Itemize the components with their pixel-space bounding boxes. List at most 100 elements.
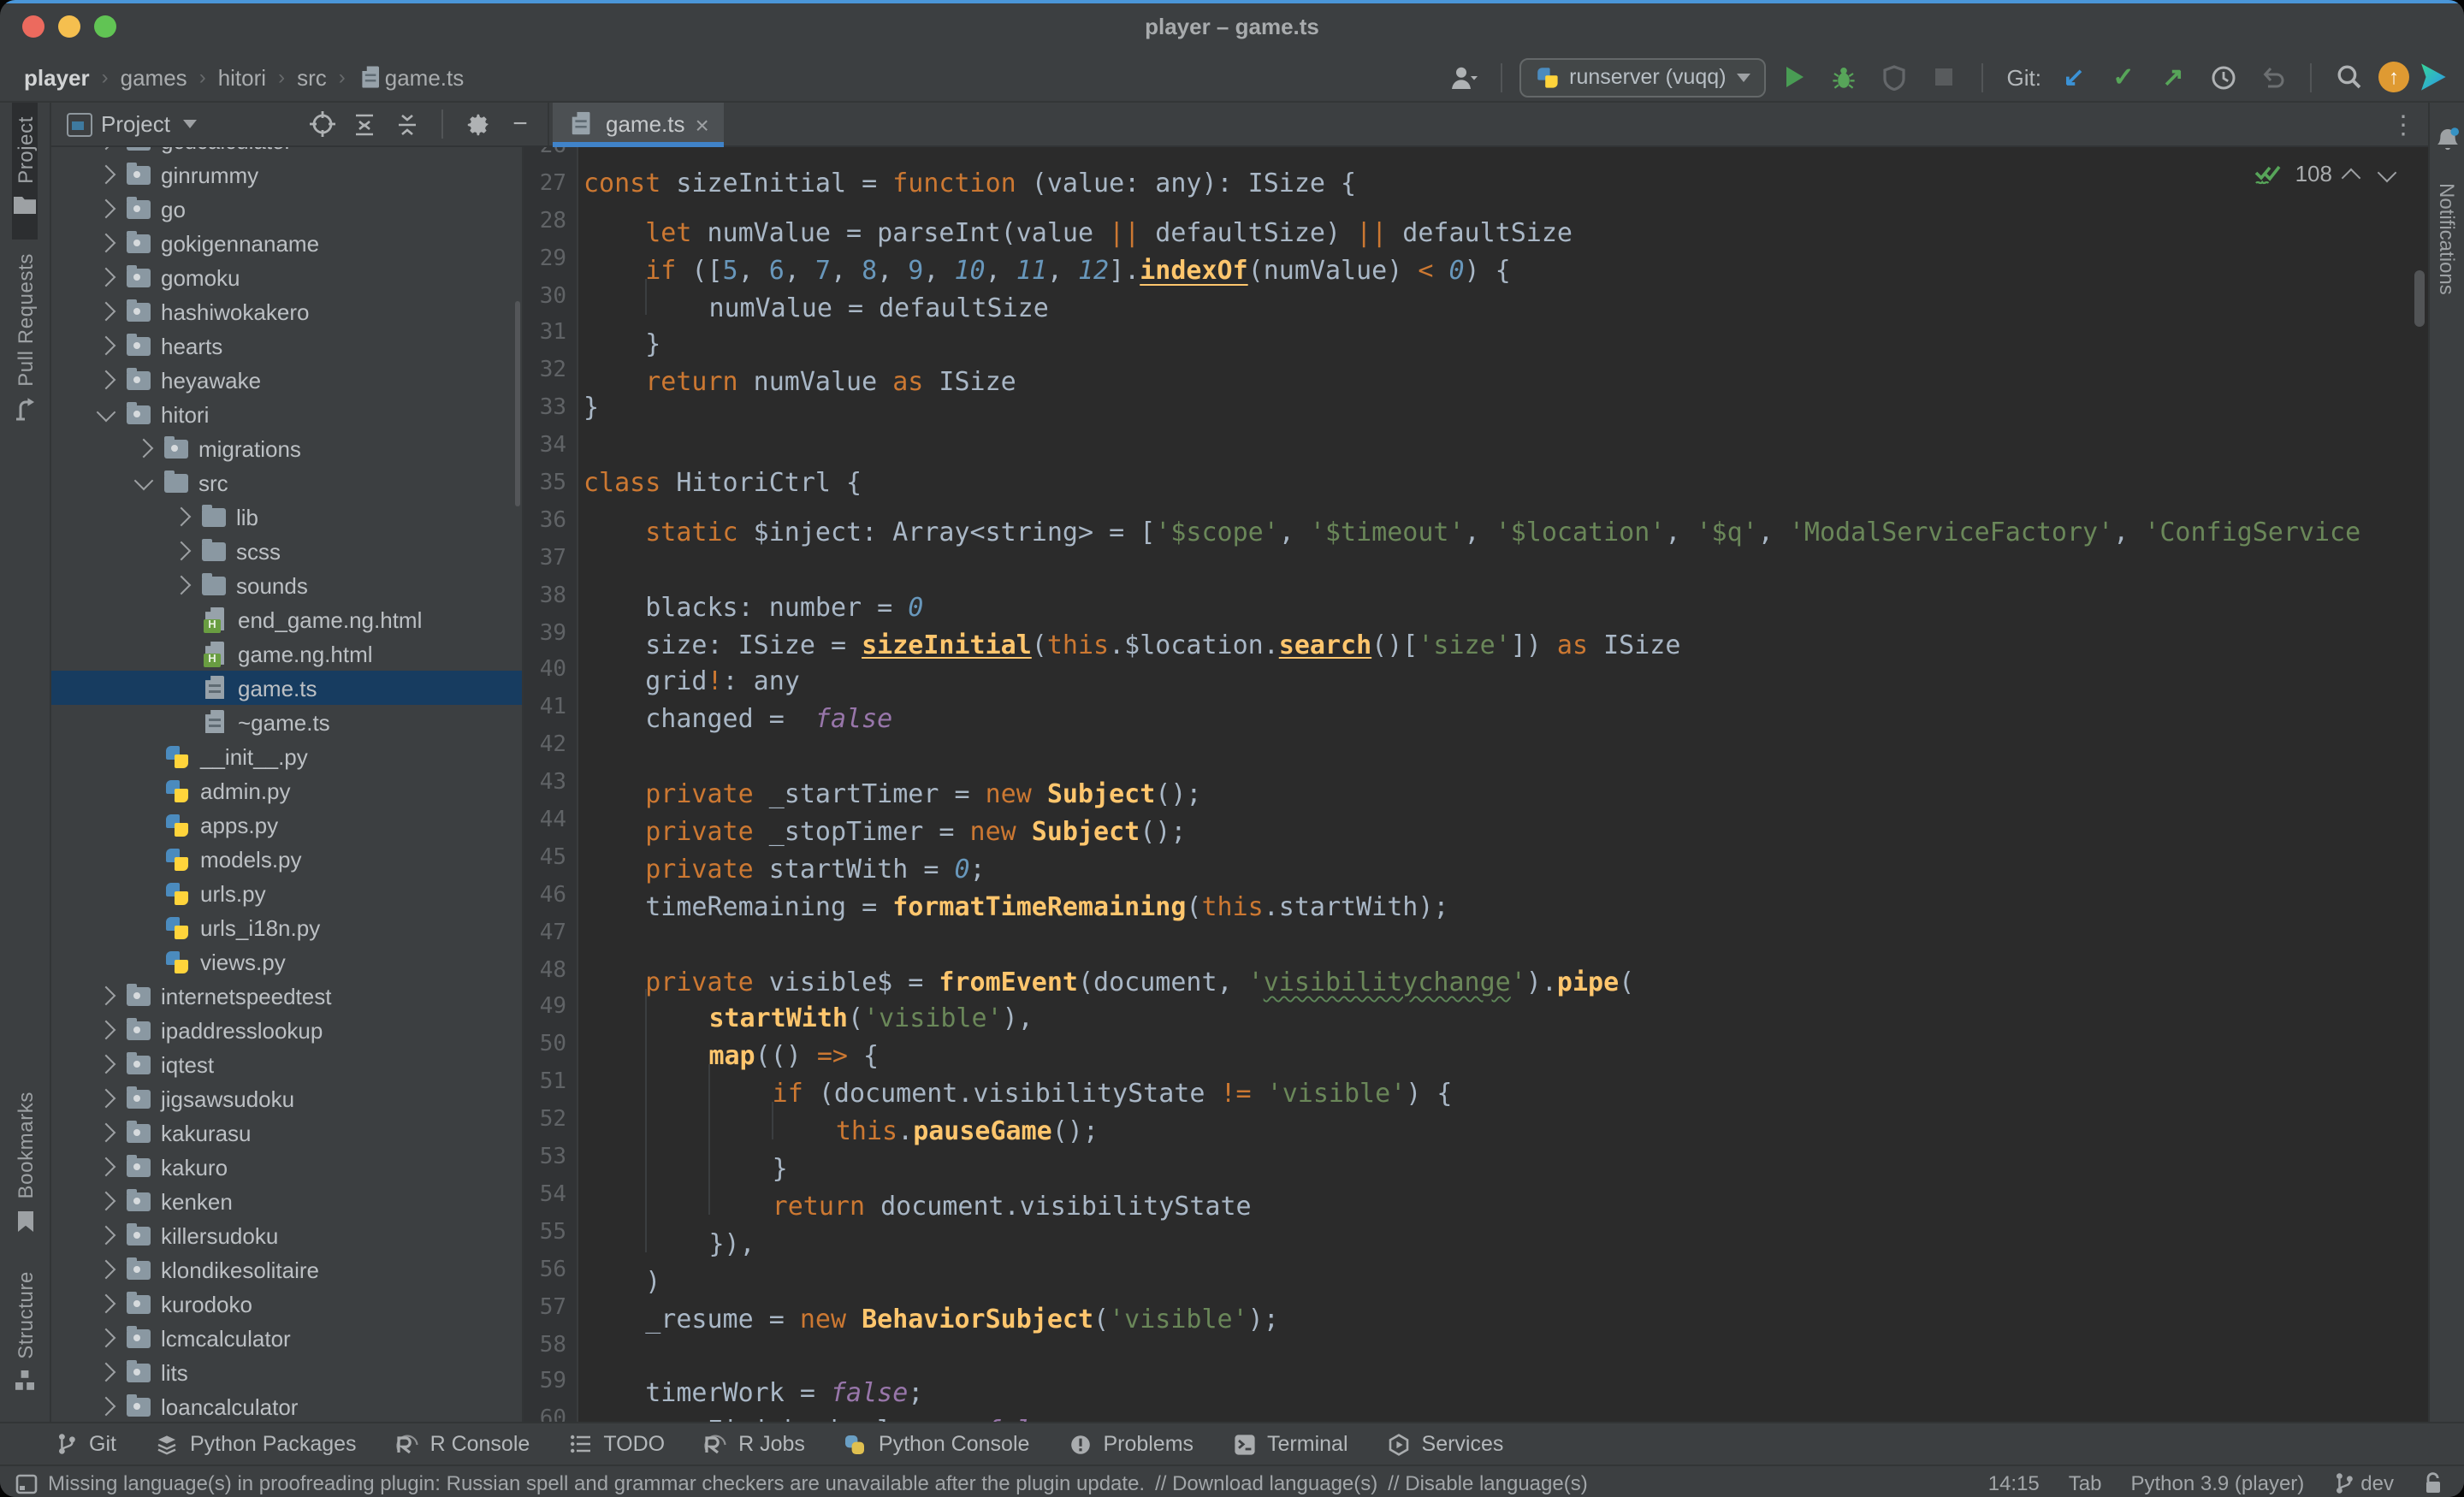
toolwindow-button-git[interactable]: Git	[34, 1423, 135, 1464]
tree-item-kurodoko[interactable]: kurodoko	[51, 1287, 522, 1321]
tree-item-internetspeedtest[interactable]: internetspeedtest	[51, 979, 522, 1013]
chevron-right-icon[interactable]	[97, 165, 116, 185]
status-action-disable-language-s[interactable]: // Disable language(s)	[1388, 1471, 1587, 1495]
breadcrumb-item-player[interactable]: player	[24, 64, 90, 90]
chevron-right-icon[interactable]	[97, 234, 116, 253]
chevron-down-icon[interactable]	[134, 470, 154, 490]
git-commit-icon[interactable]: ✓	[2103, 58, 2144, 96]
collapse-all-icon[interactable]	[390, 107, 424, 141]
chevron-right-icon[interactable]	[97, 986, 116, 1006]
toolwindow-button-problems[interactable]: Problems	[1048, 1423, 1212, 1464]
user-icon[interactable]	[1442, 58, 1484, 96]
code-with-me-icon[interactable]	[2418, 62, 2447, 92]
tree-item-game-ts[interactable]: ~game.ts	[51, 705, 522, 739]
chevron-right-icon[interactable]	[172, 507, 192, 527]
tree-item-go[interactable]: go	[51, 192, 522, 226]
chevron-right-icon[interactable]	[97, 1363, 116, 1382]
tab-options-kebab-icon[interactable]: ⋮	[2390, 109, 2416, 139]
tree-scrollbar[interactable]	[515, 301, 520, 506]
chevron-right-icon[interactable]	[97, 1294, 116, 1314]
locate-file-icon[interactable]	[305, 107, 339, 141]
caret-position[interactable]: 14:15	[1988, 1471, 2040, 1495]
tree-item-migrations[interactable]: migrations	[51, 431, 522, 465]
tree-item-gokigennaname[interactable]: gokigennaname	[51, 226, 522, 260]
git-rollback-icon[interactable]	[2252, 58, 2293, 96]
tree-item-klondikesolitaire[interactable]: klondikesolitaire	[51, 1252, 522, 1287]
toolwindow-button-services[interactable]: Services	[1367, 1423, 1523, 1464]
tab-game-ts[interactable]: game.ts ×	[553, 103, 725, 145]
tree-item-gomoku[interactable]: gomoku	[51, 260, 522, 294]
chevron-right-icon[interactable]	[97, 370, 116, 390]
run-button[interactable]	[1774, 58, 1815, 96]
ide-update-icon[interactable]: ↑	[2378, 62, 2409, 92]
stripe-item-structure[interactable]: Structure	[13, 1257, 37, 1415]
chevron-right-icon[interactable]	[97, 336, 116, 356]
chevron-right-icon[interactable]	[172, 576, 192, 595]
tree-item-init-py[interactable]: __init__.py	[51, 739, 522, 773]
git-branch-widget[interactable]: dev	[2333, 1471, 2394, 1495]
git-update-project-icon[interactable]: ↙	[2053, 58, 2094, 96]
tree-item-kakuro[interactable]: kakuro	[51, 1150, 522, 1184]
tree-item-lcmcalculator[interactable]: lcmcalculator	[51, 1321, 522, 1355]
stripe-item-notifications[interactable]: Notifications	[2434, 113, 2460, 311]
status-action-download-language-s[interactable]: // Download language(s)	[1155, 1471, 1377, 1495]
tree-item-jigsawsudoku[interactable]: jigsawsudoku	[51, 1081, 522, 1115]
chevron-right-icon[interactable]	[97, 1157, 116, 1177]
tree-item-gcdcalculator[interactable]: gcdcalculator	[51, 147, 522, 157]
breadcrumb-item-games[interactable]: games	[121, 64, 187, 90]
toolwindow-button-python-packages[interactable]: Python Packages	[135, 1423, 376, 1464]
run-configuration-select[interactable]: runserver (vuqq)	[1519, 57, 1765, 97]
expand-all-icon[interactable]	[347, 107, 382, 141]
breadcrumb-item-hitori[interactable]: hitori	[218, 64, 266, 90]
toolwindow-button-todo[interactable]: TODO	[548, 1423, 684, 1464]
debug-button[interactable]	[1824, 58, 1865, 96]
chevron-down-icon[interactable]	[184, 120, 198, 128]
tree-item-src[interactable]: src	[51, 465, 522, 500]
tree-item-scss[interactable]: scss	[51, 534, 522, 568]
chevron-right-icon[interactable]	[97, 268, 116, 287]
chevron-right-icon[interactable]	[97, 1089, 116, 1109]
tool-window-toggle-icon[interactable]	[15, 1472, 38, 1494]
git-push-icon[interactable]: ↗	[2153, 58, 2194, 96]
chevron-right-icon[interactable]	[97, 1260, 116, 1280]
close-window-button[interactable]	[22, 15, 44, 38]
tree-item-loancalculator[interactable]: loancalculator	[51, 1389, 522, 1422]
tree-item-end-game-ng-html[interactable]: Hend_game.ng.html	[51, 602, 522, 636]
tree-item-game-ng-html[interactable]: Hgame.ng.html	[51, 636, 522, 671]
chevron-right-icon[interactable]	[97, 1192, 116, 1211]
toolwindow-button-r-jobs[interactable]: R Jobs	[684, 1423, 824, 1464]
chevron-right-icon[interactable]	[97, 1021, 116, 1040]
tree-item-lib[interactable]: lib	[51, 500, 522, 534]
chevron-right-icon[interactable]	[97, 1328, 116, 1348]
editor-scrollbar[interactable]	[2414, 270, 2425, 327]
toolwindow-button-r-console[interactable]: R Console	[376, 1423, 549, 1464]
hide-panel-icon[interactable]: −	[503, 107, 537, 141]
tree-item-hearts[interactable]: hearts	[51, 328, 522, 363]
chevron-right-icon[interactable]	[97, 1397, 116, 1417]
tree-item-urls-py[interactable]: urls.py	[51, 876, 522, 910]
minimize-window-button[interactable]	[58, 15, 80, 38]
stop-button[interactable]	[1923, 58, 1964, 96]
chevron-right-icon[interactable]	[97, 147, 116, 150]
git-history-icon[interactable]	[2202, 58, 2243, 96]
tree-item-iqtest[interactable]: iqtest	[51, 1047, 522, 1081]
tree-item-views-py[interactable]: views.py	[51, 944, 522, 979]
tree-item-hashiwokakero[interactable]: hashiwokakero	[51, 294, 522, 328]
close-icon[interactable]: ×	[696, 115, 709, 133]
tree-item-sounds[interactable]: sounds	[51, 568, 522, 602]
chevron-right-icon[interactable]	[97, 1123, 116, 1143]
inspections-widget[interactable]: 108	[2248, 159, 2401, 188]
tree-item-admin-py[interactable]: admin.py	[51, 773, 522, 808]
python-interpreter[interactable]: Python 3.9 (player)	[2131, 1471, 2305, 1495]
tree-item-killersudoku[interactable]: killersudoku	[51, 1218, 522, 1252]
chevron-right-icon[interactable]	[97, 1055, 116, 1074]
tree-item-hitori[interactable]: hitori	[51, 397, 522, 431]
tree-item-lits[interactable]: lits	[51, 1355, 522, 1389]
chevron-right-icon[interactable]	[134, 439, 154, 459]
chevron-right-icon[interactable]	[97, 1226, 116, 1246]
toolwindow-button-python-console[interactable]: Python Console	[824, 1423, 1049, 1464]
chevron-right-icon[interactable]	[172, 541, 192, 561]
stripe-item-bookmarks[interactable]: Bookmarks	[13, 1078, 37, 1257]
next-problem-icon[interactable]	[2378, 163, 2397, 182]
breadcrumb-file[interactable]: game.ts	[385, 64, 465, 90]
